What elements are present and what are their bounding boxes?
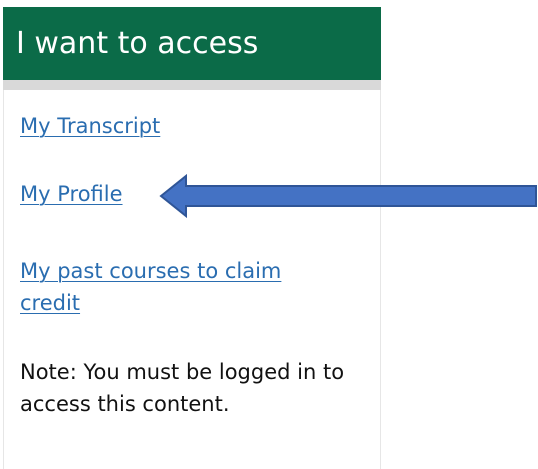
my-profile-link[interactable]: My Profile	[20, 178, 123, 210]
my-transcript-link[interactable]: My Transcript	[20, 110, 160, 142]
my-past-courses-link[interactable]: My past courses to claim credit	[20, 255, 340, 319]
login-note: Note: You must be logged in to access th…	[20, 360, 345, 416]
left-arrow-icon	[159, 173, 537, 219]
panel-header: I want to access	[3, 7, 381, 80]
header-divider	[3, 80, 381, 90]
access-panel: I want to access My Transcript My Profil…	[3, 7, 381, 469]
